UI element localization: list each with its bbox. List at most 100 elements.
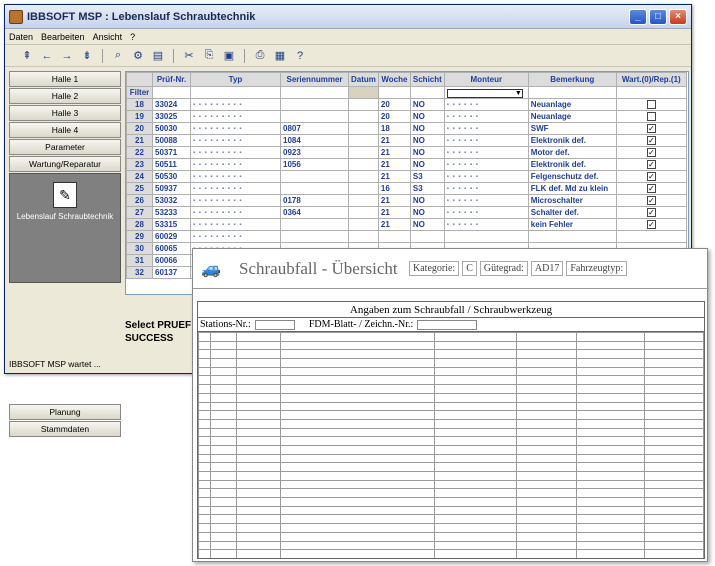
- typ-cell[interactable]: ▪ ▪ ▪ ▪ ▪ ▪ ▪ ▪ ▪: [190, 146, 281, 159]
- woche-cell[interactable]: 21: [377, 158, 411, 171]
- col-wartung-reparatur[interactable]: Wart.(0)/Rep.(1): [615, 72, 687, 87]
- bemerkung-cell[interactable]: kein Fehler: [527, 218, 617, 231]
- sidebar-item-parameter[interactable]: Parameter: [9, 139, 121, 155]
- col-woche[interactable]: Woche: [377, 72, 411, 87]
- row-number[interactable]: 23: [126, 158, 153, 171]
- datum-cell[interactable]: [348, 98, 379, 111]
- datum-cell[interactable]: [348, 158, 379, 171]
- menu-bearbeiten[interactable]: Bearbeiten: [41, 32, 85, 42]
- woche-cell[interactable]: 21: [377, 206, 411, 219]
- monteur-cell[interactable]: ▪ ▪ ▪ ▪ ▪ ▪: [443, 218, 529, 231]
- schicht-cell[interactable]: NO: [409, 146, 445, 159]
- wartung-checkbox-cell[interactable]: ✓: [615, 206, 687, 219]
- schicht-cell[interactable]: NO: [409, 206, 445, 219]
- row-number[interactable]: 29: [126, 230, 153, 243]
- wartung-checkbox-cell[interactable]: ✓: [615, 146, 687, 159]
- row-number[interactable]: 31: [126, 254, 153, 267]
- typ-cell[interactable]: ▪ ▪ ▪ ▪ ▪ ▪ ▪ ▪ ▪: [190, 98, 281, 111]
- report-icon[interactable]: ▦: [272, 48, 288, 64]
- wartung-checkbox[interactable]: ✓: [646, 208, 656, 218]
- schicht-cell[interactable]: NO: [409, 110, 445, 123]
- woche-cell[interactable]: 21: [377, 134, 411, 147]
- table-row[interactable]: 27 53233 ▪ ▪ ▪ ▪ ▪ ▪ ▪ ▪ ▪ 0364 21 NO ▪ ▪ ▪ ▪ …: [126, 206, 687, 219]
- monteur-cell[interactable]: ▪ ▪ ▪ ▪ ▪ ▪: [443, 170, 529, 183]
- typ-cell[interactable]: ▪ ▪ ▪ ▪ ▪ ▪ ▪ ▪ ▪: [190, 122, 281, 135]
- woche-cell[interactable]: 21: [377, 194, 411, 207]
- table-row[interactable]: 21 50088 ▪ ▪ ▪ ▪ ▪ ▪ ▪ ▪ ▪ 1084 21 NO ▪ ▪ ▪ ▪ …: [126, 134, 687, 147]
- typ-cell[interactable]: ▪ ▪ ▪ ▪ ▪ ▪ ▪ ▪ ▪: [190, 218, 281, 231]
- pruef-nr-cell[interactable]: 50511: [152, 158, 191, 171]
- woche-cell[interactable]: 21: [377, 146, 411, 159]
- woche-cell[interactable]: 20: [377, 98, 411, 111]
- wartung-checkbox[interactable]: [646, 100, 656, 110]
- seriennummer-cell[interactable]: [280, 110, 349, 123]
- bemerkung-cell[interactable]: Elektronik def.: [527, 158, 617, 171]
- pruef-nr-cell[interactable]: 50088: [152, 134, 191, 147]
- col-seriennummer[interactable]: Seriennummer: [280, 72, 349, 87]
- filter-icon[interactable]: ⚙: [130, 48, 146, 64]
- paste-icon[interactable]: ▣: [221, 48, 237, 64]
- seriennummer-cell[interactable]: 0807: [280, 122, 349, 135]
- col-schicht[interactable]: Schicht: [409, 72, 445, 87]
- table-row[interactable]: 28 53315 ▪ ▪ ▪ ▪ ▪ ▪ ▪ ▪ ▪ 21 NO ▪ ▪ ▪ ▪ ▪ ▪ k…: [126, 218, 687, 231]
- schicht-cell[interactable]: NO: [409, 158, 445, 171]
- filter-cell[interactable]: [409, 86, 445, 99]
- monteur-cell[interactable]: ▪ ▪ ▪ ▪ ▪ ▪: [443, 194, 529, 207]
- schicht-cell[interactable]: NO: [409, 134, 445, 147]
- table-row[interactable]: 18 33024 ▪ ▪ ▪ ▪ ▪ ▪ ▪ ▪ ▪ 20 NO ▪ ▪ ▪ ▪ ▪ ▪ N…: [126, 98, 687, 111]
- table-row[interactable]: 22 50371 ▪ ▪ ▪ ▪ ▪ ▪ ▪ ▪ ▪ 0923 21 NO ▪ ▪ ▪ ▪ …: [126, 146, 687, 159]
- bemerkung-cell[interactable]: Elektronik def.: [527, 134, 617, 147]
- bemerkung-cell[interactable]: Schalter def.: [527, 206, 617, 219]
- filter-cell[interactable]: [527, 86, 617, 99]
- menu-daten[interactable]: Daten: [9, 32, 33, 42]
- monteur-cell[interactable]: ▪ ▪ ▪ ▪ ▪ ▪: [443, 98, 529, 111]
- datum-cell[interactable]: [348, 194, 379, 207]
- monteur-cell[interactable]: ▪ ▪ ▪ ▪ ▪ ▪: [443, 110, 529, 123]
- print-icon[interactable]: ⎙: [252, 48, 268, 64]
- pruef-nr-cell[interactable]: 60029: [152, 230, 191, 243]
- filter-cell[interactable]: [190, 86, 281, 99]
- bemerkung-cell[interactable]: Microschalter: [527, 194, 617, 207]
- row-number[interactable]: 19: [126, 110, 153, 123]
- sidebar-item-halle-3[interactable]: Halle 3: [9, 105, 121, 121]
- monteur-cell[interactable]: ▪ ▪ ▪ ▪ ▪ ▪: [443, 146, 529, 159]
- maximize-button[interactable]: □: [649, 8, 667, 25]
- table-row[interactable]: 26 53032 ▪ ▪ ▪ ▪ ▪ ▪ ▪ ▪ ▪ 0178 21 NO ▪ ▪ ▪ ▪ …: [126, 194, 687, 207]
- wartung-checkbox-cell[interactable]: ✓: [615, 170, 687, 183]
- bemerkung-cell[interactable]: SWF: [527, 122, 617, 135]
- first-record-icon[interactable]: ⇞: [19, 48, 35, 64]
- bemerkung-cell[interactable]: [527, 230, 617, 243]
- schicht-cell[interactable]: S3: [409, 170, 445, 183]
- monteur-cell[interactable]: ▪ ▪ ▪ ▪ ▪ ▪: [443, 158, 529, 171]
- menu-ansicht[interactable]: Ansicht: [93, 32, 123, 42]
- schicht-cell[interactable]: NO: [409, 218, 445, 231]
- monteur-cell[interactable]: ▪ ▪ ▪ ▪ ▪ ▪: [443, 134, 529, 147]
- schicht-cell[interactable]: NO: [409, 98, 445, 111]
- col-pruef-nr[interactable]: Prüf-Nr.: [152, 72, 191, 87]
- pruef-nr-cell[interactable]: 53233: [152, 206, 191, 219]
- seriennummer-cell[interactable]: 1084: [280, 134, 349, 147]
- wartung-checkbox-cell[interactable]: [615, 110, 687, 123]
- datum-cell[interactable]: [348, 218, 379, 231]
- pruef-nr-cell[interactable]: 53315: [152, 218, 191, 231]
- schicht-cell[interactable]: NO: [409, 194, 445, 207]
- row-number[interactable]: 24: [126, 170, 153, 183]
- col-typ[interactable]: Typ: [190, 72, 281, 87]
- minimize-button[interactable]: _: [629, 8, 647, 25]
- pruef-nr-cell[interactable]: 53032: [152, 194, 191, 207]
- col-bemerkung[interactable]: Bemerkung: [527, 72, 617, 87]
- row-number[interactable]: 26: [126, 194, 153, 207]
- pruef-nr-cell[interactable]: 33025: [152, 110, 191, 123]
- pruef-nr-cell[interactable]: 60066: [152, 254, 191, 267]
- row-number[interactable]: 28: [126, 218, 153, 231]
- table-row[interactable]: 25 50937 ▪ ▪ ▪ ▪ ▪ ▪ ▪ ▪ ▪ 16 S3 ▪ ▪ ▪ ▪ ▪ ▪ F…: [126, 182, 687, 195]
- wartung-checkbox[interactable]: ✓: [646, 148, 656, 158]
- datum-cell[interactable]: [348, 122, 379, 135]
- seriennummer-cell[interactable]: [280, 218, 349, 231]
- wartung-checkbox-cell[interactable]: ✓: [615, 194, 687, 207]
- seriennummer-cell[interactable]: 0923: [280, 146, 349, 159]
- datum-cell[interactable]: [348, 110, 379, 123]
- pruef-nr-cell[interactable]: 60065: [152, 242, 191, 255]
- wartung-checkbox-cell[interactable]: [615, 230, 687, 243]
- wartung-checkbox-cell[interactable]: ✓: [615, 218, 687, 231]
